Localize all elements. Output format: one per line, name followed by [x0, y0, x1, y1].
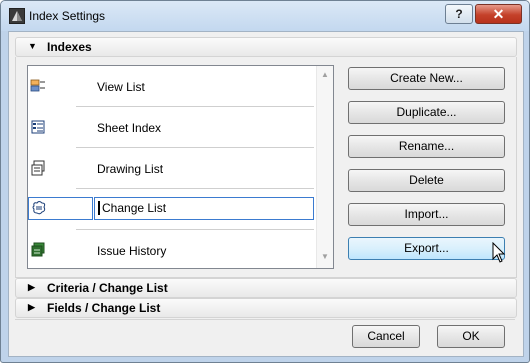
- section-label: Criteria / Change List: [47, 281, 168, 295]
- issue-history-icon: [30, 242, 46, 258]
- list-item-selected[interactable]: Change List: [28, 189, 316, 230]
- index-list[interactable]: View List Sheet Index Drawing List Chang…: [27, 65, 334, 269]
- fields-section-header[interactable]: ▶ Fields / Change List: [15, 298, 517, 318]
- list-item-label: Drawing List: [97, 162, 164, 176]
- collapsed-triangle-icon: ▶: [28, 302, 35, 312]
- rename-button[interactable]: Rename...: [348, 135, 505, 158]
- divider: [15, 319, 515, 320]
- criteria-section-header[interactable]: ▶ Criteria / Change List: [15, 278, 517, 298]
- expanded-triangle-icon: ▼: [28, 41, 37, 51]
- drawing-list-icon: [30, 160, 46, 176]
- index-settings-dialog: Index Settings ? ✕ ▼ Indexes View List S…: [0, 0, 530, 363]
- cancel-button[interactable]: Cancel: [352, 325, 420, 348]
- list-item[interactable]: Issue History: [28, 230, 316, 271]
- list-item[interactable]: Sheet Index: [28, 107, 316, 148]
- vertical-scrollbar[interactable]: ▲ ▼: [316, 66, 333, 268]
- create-new-button[interactable]: Create New...: [348, 67, 505, 90]
- export-button[interactable]: Export...: [348, 237, 505, 260]
- delete-button[interactable]: Delete: [348, 169, 505, 192]
- dialog-body: ▼ Indexes View List Sheet Index Drawing …: [8, 31, 524, 357]
- list-item-label: Issue History: [97, 244, 167, 258]
- collapsed-triangle-icon: ▶: [28, 282, 35, 292]
- window-title: Index Settings: [29, 9, 106, 23]
- change-list-icon: [31, 200, 47, 216]
- import-button[interactable]: Import...: [348, 203, 505, 226]
- list-item-label: Sheet Index: [97, 121, 162, 135]
- view-list-icon: [30, 78, 46, 94]
- section-label: Indexes: [47, 40, 92, 54]
- help-button[interactable]: ?: [445, 4, 473, 24]
- list-item[interactable]: View List: [28, 66, 316, 107]
- list-item-label: Change List: [98, 201, 166, 215]
- section-label: Fields / Change List: [47, 301, 161, 315]
- app-icon: [9, 8, 25, 24]
- list-item-edit-field[interactable]: Change List: [94, 197, 314, 220]
- duplicate-button[interactable]: Duplicate...: [348, 101, 505, 124]
- close-button[interactable]: ✕: [475, 4, 522, 24]
- list-item[interactable]: Drawing List: [28, 148, 316, 189]
- scroll-up-icon[interactable]: ▲: [321, 70, 329, 79]
- list-item-label: View List: [97, 80, 145, 94]
- mouse-cursor-icon: [492, 241, 506, 267]
- indexes-section-header[interactable]: ▼ Indexes: [15, 37, 517, 57]
- ok-button[interactable]: OK: [437, 325, 505, 348]
- sheet-index-icon: [30, 119, 46, 135]
- title-bar[interactable]: Index Settings ? ✕: [1, 1, 529, 31]
- scroll-down-icon[interactable]: ▼: [321, 252, 329, 261]
- selected-icon-cell: [28, 197, 93, 220]
